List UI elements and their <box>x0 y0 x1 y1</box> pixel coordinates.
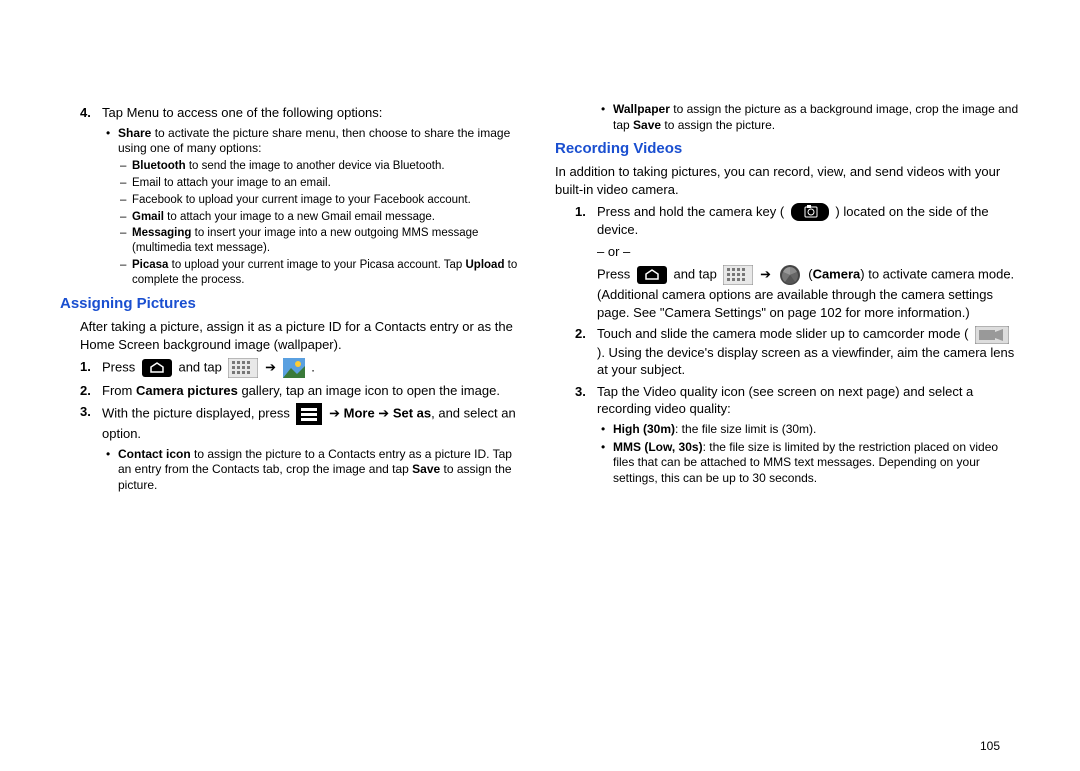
dash-text: Gmail to attach your image to a new Gmai… <box>132 210 435 225</box>
camera-key-icon <box>791 203 829 221</box>
apps-grid-icon <box>723 265 753 285</box>
dash-email: – Email to attach your image to an email… <box>120 176 525 191</box>
step-number: 2. <box>80 382 102 400</box>
step-text: From Camera pictures gallery, tap an ima… <box>102 382 525 400</box>
bullet-text: Wallpaper to assign the picture as a bac… <box>613 102 1020 133</box>
step-text: Press and tap ➔ . <box>102 358 525 378</box>
camcorder-icon <box>975 326 1009 344</box>
dash-facebook: – Facebook to upload your current image … <box>120 193 525 208</box>
dash-marker: – <box>120 210 132 225</box>
step-text: Tap the Video quality icon (see screen o… <box>597 383 1020 418</box>
section-recording-videos: Recording Videos <box>555 139 1020 159</box>
step-number: 1. <box>575 203 597 322</box>
record-step-2: 2. Touch and slide the camera mode slide… <box>575 325 1020 379</box>
bullet-marker: • <box>601 422 613 438</box>
dash-text: Facebook to upload your current image to… <box>132 193 471 208</box>
assign-step-1: 1. Press and tap ➔ . <box>80 358 525 378</box>
dash-marker: – <box>120 226 132 256</box>
dash-text: Email to attach your image to an email. <box>132 176 331 191</box>
bullet-marker: • <box>106 447 118 494</box>
bullet-share: • Share to activate the picture share me… <box>106 126 525 157</box>
bullet-marker: • <box>601 440 613 487</box>
dash-gmail: – Gmail to attach your image to a new Gm… <box>120 210 525 225</box>
dash-text: Messaging to insert your image into a ne… <box>132 226 525 256</box>
dash-bluetooth: – Bluetooth to send the image to another… <box>120 159 525 174</box>
step-text: With the picture displayed, press ➔ More… <box>102 403 525 443</box>
dash-marker: – <box>120 258 132 288</box>
dash-marker: – <box>120 193 132 208</box>
bullet-marker: • <box>601 102 613 133</box>
menu-icon <box>296 403 322 425</box>
home-icon <box>142 359 172 377</box>
bullet-text: Contact icon to assign the picture to a … <box>118 447 525 494</box>
apps-grid-icon <box>228 358 258 378</box>
dash-picasa: – Picasa to upload your current image to… <box>120 258 525 288</box>
dash-text: Bluetooth to send the image to another d… <box>132 159 445 174</box>
bullet-mms: • MMS (Low, 30s): the file size is limit… <box>601 440 1020 487</box>
section-assigning-pictures: Assigning Pictures <box>60 294 525 314</box>
gallery-icon <box>283 358 305 378</box>
camera-app-icon <box>778 264 802 286</box>
step-number: 2. <box>575 325 597 379</box>
assign-intro: After taking a picture, assign it as a p… <box>80 318 525 353</box>
bullet-text: High (30m): the file size limit is (30m)… <box>613 422 816 438</box>
step-text: Press and hold the camera key ( ) locate… <box>597 203 1020 322</box>
bullet-marker: • <box>106 126 118 157</box>
dash-marker: – <box>120 159 132 174</box>
step-text: Tap Menu to access one of the following … <box>102 104 525 122</box>
dash-marker: – <box>120 176 132 191</box>
bullet-text: Share to activate the picture share menu… <box>118 126 525 157</box>
dash-messaging: – Messaging to insert your image into a … <box>120 226 525 256</box>
step-number: 3. <box>575 383 597 418</box>
step-number: 3. <box>80 403 102 443</box>
assign-step-2: 2. From Camera pictures gallery, tap an … <box>80 382 525 400</box>
bullet-wallpaper: • Wallpaper to assign the picture as a b… <box>601 102 1020 133</box>
step-text: Touch and slide the camera mode slider u… <box>597 325 1020 379</box>
step-number: 1. <box>80 358 102 378</box>
record-step-3: 3. Tap the Video quality icon (see scree… <box>575 383 1020 418</box>
page-number: 105 <box>980 739 1000 753</box>
bullet-text: MMS (Low, 30s): the file size is limited… <box>613 440 1020 487</box>
bullet-contact-icon: • Contact icon to assign the picture to … <box>106 447 525 494</box>
right-column: • Wallpaper to assign the picture as a b… <box>555 100 1020 741</box>
or-separator: – or – <box>597 243 1020 261</box>
page: 4. Tap Menu to access one of the followi… <box>0 0 1080 771</box>
bullet-high: • High (30m): the file size limit is (30… <box>601 422 1020 438</box>
record-step-1: 1. Press and hold the camera key ( ) loc… <box>575 203 1020 322</box>
recording-intro: In addition to taking pictures, you can … <box>555 163 1020 198</box>
assign-step-3: 3. With the picture displayed, press ➔ M… <box>80 403 525 443</box>
step-number: 4. <box>80 104 102 122</box>
left-column: 4. Tap Menu to access one of the followi… <box>60 100 525 741</box>
home-icon <box>637 266 667 284</box>
dash-text: Picasa to upload your current image to y… <box>132 258 525 288</box>
step-4: 4. Tap Menu to access one of the followi… <box>80 104 525 122</box>
